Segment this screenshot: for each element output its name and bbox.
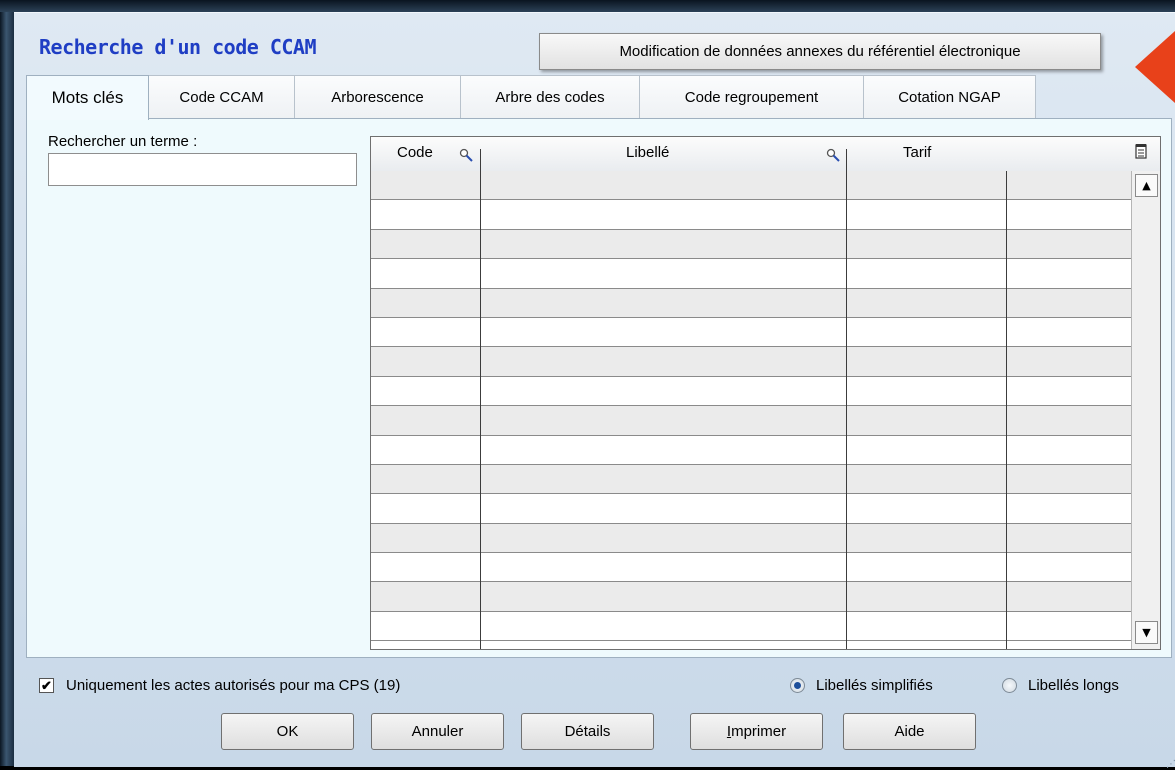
tab-arborescence[interactable]: Arborescence: [294, 75, 461, 119]
table-row[interactable]: [371, 200, 1131, 230]
tab-code-ccam[interactable]: Code CCAM: [148, 75, 295, 119]
cps-filter-checkbox[interactable]: ✔: [39, 678, 54, 693]
table-row[interactable]: [371, 582, 1131, 612]
grid-options-icon[interactable]: [1135, 143, 1147, 159]
print-label: mprimer: [731, 723, 787, 740]
table-row[interactable]: [371, 406, 1131, 436]
table-row[interactable]: [371, 317, 1131, 348]
table-row[interactable]: [371, 229, 1131, 260]
code-search-icon[interactable]: [459, 148, 473, 162]
desktop-top-edge: [0, 0, 1175, 12]
table-row[interactable]: [371, 347, 1131, 377]
tab-mots-cles[interactable]: Mots clés: [26, 75, 149, 120]
window-title: Recherche d'un code CCAM: [39, 35, 316, 59]
table-row[interactable]: [371, 376, 1131, 407]
table-row[interactable]: [371, 288, 1131, 318]
scroll-down-icon[interactable]: ▼: [1135, 621, 1158, 644]
corner-arrow-icon: [1135, 31, 1175, 103]
table-row[interactable]: [371, 259, 1131, 289]
table-row[interactable]: [371, 523, 1131, 554]
cps-filter-label: Uniquement les actes autorisés pour ma C…: [66, 677, 401, 694]
grid-scrollbar[interactable]: ▲ ▼: [1131, 171, 1160, 649]
table-row[interactable]: [371, 435, 1131, 465]
search-ccam-window: Recherche d'un code CCAM Modification de…: [14, 12, 1175, 770]
radio-long-label: Libellés longs: [1028, 677, 1119, 694]
radio-long-option[interactable]: Libellés longs: [1002, 677, 1119, 694]
tab-arbre-des-codes[interactable]: Arbre des codes: [460, 75, 640, 119]
column-divider[interactable]: [1006, 171, 1007, 649]
table-row[interactable]: [371, 611, 1131, 642]
modify-annex-data-button[interactable]: Modification de données annexes du référ…: [539, 33, 1101, 70]
table-row[interactable]: [371, 553, 1131, 583]
print-button[interactable]: Imprimer: [690, 713, 823, 750]
details-button[interactable]: Détails: [521, 713, 654, 750]
column-header-tarif[interactable]: Tarif: [903, 144, 931, 161]
results-grid[interactable]: Code Libellé Tarif ▲ ▼: [370, 136, 1161, 650]
radio-simplified-option[interactable]: Libellés simplifiés: [790, 677, 933, 694]
cps-filter-option[interactable]: ✔ Uniquement les actes autorisés pour ma…: [39, 677, 400, 694]
column-header-libelle[interactable]: Libellé: [626, 144, 669, 161]
help-button[interactable]: Aide: [843, 713, 976, 750]
column-divider[interactable]: [480, 149, 481, 649]
tab-cotation-ngap[interactable]: Cotation NGAP: [863, 75, 1036, 119]
radio-long[interactable]: [1002, 678, 1017, 693]
column-header-code[interactable]: Code: [397, 144, 433, 161]
search-input[interactable]: [48, 153, 357, 186]
search-label: Rechercher un terme :: [48, 133, 198, 150]
grid-rows: [371, 171, 1131, 642]
tab-bar: Mots clés Code CCAM Arborescence Arbre d…: [26, 75, 1036, 120]
resize-grip-icon[interactable]: ⋰: [1166, 759, 1175, 770]
column-divider[interactable]: [846, 149, 847, 649]
libelle-search-icon[interactable]: [826, 148, 840, 162]
radio-simplified[interactable]: [790, 678, 805, 693]
mots-cles-panel: Rechercher un terme : Code Libellé Tarif: [26, 118, 1172, 658]
tab-code-regroupement[interactable]: Code regroupement: [639, 75, 864, 119]
desktop-left-edge: [0, 0, 14, 766]
radio-simplified-label: Libellés simplifiés: [816, 677, 933, 694]
table-row[interactable]: [371, 464, 1131, 495]
ok-button[interactable]: OK: [221, 713, 354, 750]
table-row[interactable]: [371, 494, 1131, 524]
grid-header: Code Libellé Tarif: [371, 137, 1160, 171]
table-row[interactable]: [371, 171, 1131, 201]
scroll-up-icon[interactable]: ▲: [1135, 174, 1158, 197]
cancel-button[interactable]: Annuler: [371, 713, 504, 750]
